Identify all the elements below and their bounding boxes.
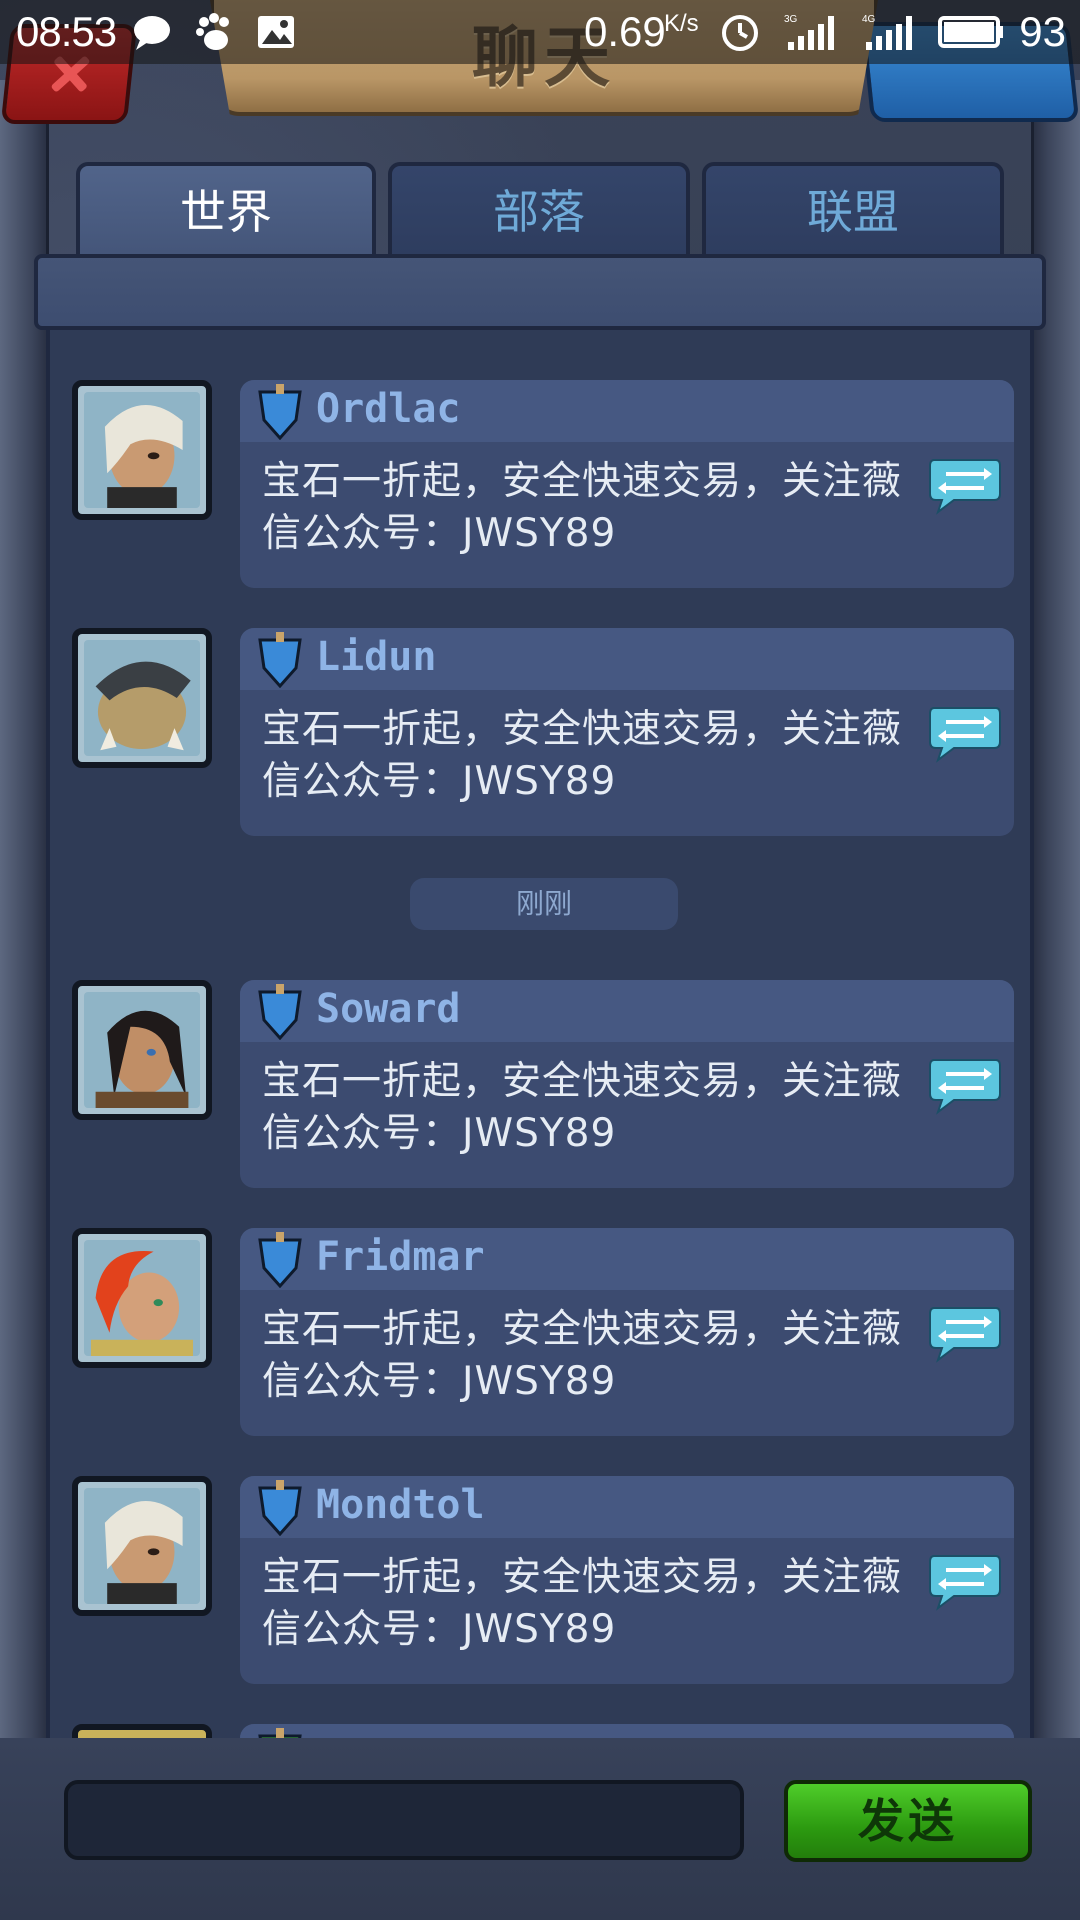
translate-icon[interactable]: [928, 704, 1002, 764]
signal-3g-icon: 3G: [784, 14, 834, 50]
signal-4g-icon: 4G: [862, 14, 912, 50]
white-haired-woman-avatar-icon: [84, 392, 200, 508]
message-bubble: Lidun 宝石一折起，安全快速交易，关注薇信公众号：JWSY89: [240, 628, 1014, 836]
chat-message: Fridmar 宝石一折起，安全快速交易，关注薇信公众号：JWSY89: [50, 1178, 1030, 1436]
chat-message: Mondtol 宝石一折起，安全快速交易，关注薇信公众号：JWSY89: [50, 1426, 1030, 1684]
status-bar: 08:53 0.69 K/s 3G 4G 93: [0, 0, 1080, 64]
chat-input[interactable]: [64, 1780, 744, 1860]
message-bubble: Ordlac 宝石一折起，安全快速交易，关注薇信公众号：JWSY89: [240, 380, 1014, 588]
rank-shield-green-icon: [258, 1728, 302, 1738]
player-avatar[interactable]: [72, 980, 212, 1120]
red-haired-woman-avatar-icon: [84, 1240, 200, 1356]
username[interactable]: Fridmar: [316, 1234, 485, 1280]
alarm-icon: [722, 15, 758, 51]
network-3g-label: 3G: [784, 14, 798, 25]
message-text: 宝石一折起，安全快速交易，关注薇信公众号：JWSY89: [262, 1059, 903, 1156]
battery-level: 93: [1019, 8, 1066, 55]
chat-message: Lidun 宝石一折起，安全快速交易，关注薇信公众号：JWSY89: [50, 578, 1030, 836]
rank-shield-icon: [258, 384, 302, 440]
status-time: 08:53: [16, 8, 117, 55]
network-4g-label: 4G: [862, 14, 876, 25]
send-button[interactable]: 发送: [784, 1780, 1032, 1862]
chat-message: Ordlac 宝石一折起，安全快速交易，关注薇信公众号：JWSY89: [50, 330, 1030, 588]
time-separator: 刚刚: [410, 878, 678, 930]
rank-shield-icon: [258, 984, 302, 1040]
player-avatar[interactable]: [72, 1228, 212, 1368]
white-haired-woman-avatar-icon: [84, 1488, 200, 1604]
armored-beast-avatar-icon: [84, 640, 200, 756]
tab-alliance[interactable]: 联盟: [702, 162, 1004, 254]
username[interactable]: Lidun: [316, 634, 436, 680]
message-text: 宝石一折起，安全快速交易，关注薇信公众号：JWSY89: [262, 1307, 903, 1404]
gallery-icon: [258, 16, 294, 48]
message-text: 宝石一折起，安全快速交易，关注薇信公众号：JWSY89: [262, 459, 903, 556]
player-avatar[interactable]: [72, 1724, 212, 1738]
chat-list[interactable]: Ordlac 宝石一折起，安全快速交易，关注薇信公众号：JWSY89 Lidun…: [46, 330, 1034, 1738]
message-header: [240, 1724, 1014, 1738]
dark-haired-warrior-avatar-icon: [84, 992, 200, 1108]
message-text: 宝石一折起，安全快速交易，关注薇信公众号：JWSY89: [262, 707, 903, 804]
message-bubble: [240, 1724, 1014, 1738]
rank-shield-icon: [258, 1232, 302, 1288]
player-avatar[interactable]: [72, 1476, 212, 1616]
message-bubble: Mondtol 宝石一折起，安全快速交易，关注薇信公众号：JWSY89: [240, 1476, 1014, 1684]
username[interactable]: Mondtol: [316, 1482, 485, 1528]
rank-shield-icon: [258, 1480, 302, 1536]
tab-world[interactable]: 世界: [76, 162, 376, 258]
chat-message: Soward 宝石一折起，安全快速交易，关注薇信公众号：JWSY89: [50, 930, 1030, 1188]
battery-icon: [938, 16, 1003, 48]
net-speed: 0.69: [584, 8, 666, 55]
tab-tribe[interactable]: 部落: [388, 162, 690, 254]
frame-left-edge: [0, 80, 49, 1920]
message-bubble: Fridmar 宝石一折起，安全快速交易，关注薇信公众号：JWSY89: [240, 1228, 1014, 1436]
message-text: 宝石一折起，安全快速交易，关注薇信公众号：JWSY89: [262, 1555, 903, 1652]
rank-shield-icon: [258, 632, 302, 688]
tab-strip: [34, 254, 1046, 330]
translate-icon[interactable]: [928, 1552, 1002, 1612]
username[interactable]: Soward: [316, 986, 461, 1032]
translate-icon[interactable]: [928, 1056, 1002, 1116]
translate-icon[interactable]: [928, 1304, 1002, 1364]
net-speed-unit: K/s: [664, 10, 699, 37]
message-bubble: Soward 宝石一折起，安全快速交易，关注薇信公众号：JWSY89: [240, 980, 1014, 1188]
baidu-paw-icon: [196, 13, 229, 50]
translate-icon[interactable]: [928, 456, 1002, 516]
player-avatar[interactable]: [72, 628, 212, 768]
player-avatar[interactable]: [72, 380, 212, 520]
chat-message-partial: [50, 1674, 1030, 1738]
frame-right-edge: [1031, 80, 1080, 1920]
chat-bubble-icon: [134, 16, 170, 50]
username[interactable]: Ordlac: [316, 386, 461, 432]
chat-input-bar: 发送: [0, 1738, 1080, 1920]
